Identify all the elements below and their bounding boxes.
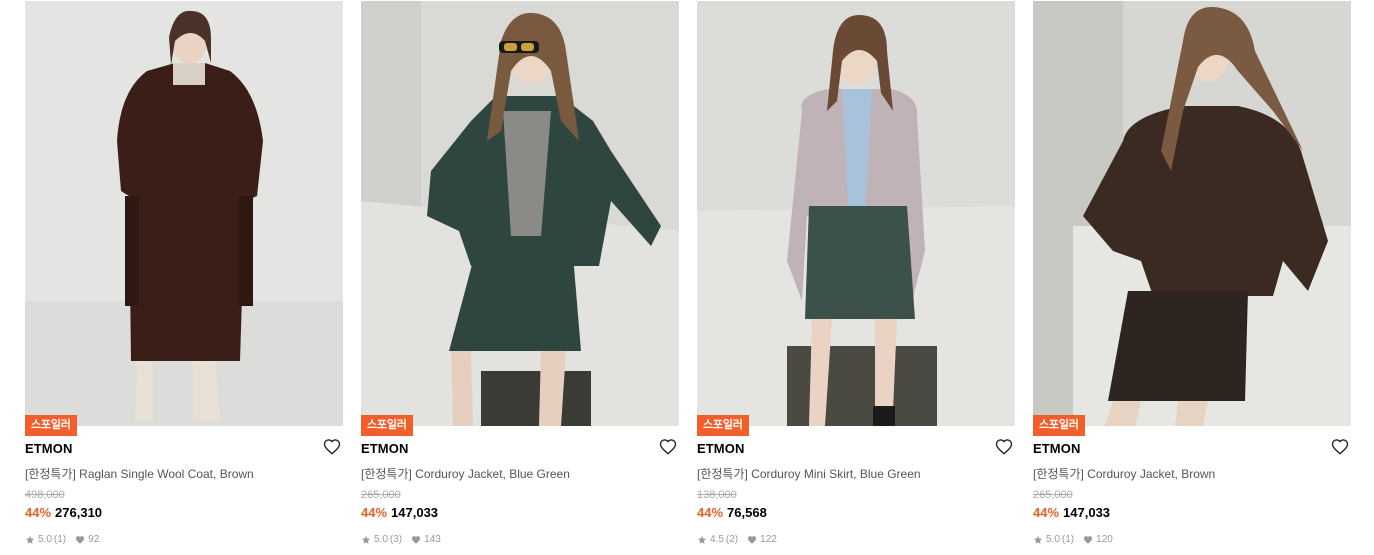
product-meta: 4.5 (2) 122 xyxy=(697,534,777,545)
heart-outline-icon[interactable] xyxy=(1331,438,1349,456)
product-card[interactable]: 스포일러 ETMON [한정특가] Corduroy Jacket, Blue … xyxy=(361,1,679,555)
product-photo-corduroy-mini-skirt xyxy=(697,1,1015,426)
product-photo-coat xyxy=(25,1,343,426)
product-card[interactable]: 스포일러 ETMON [한정특가] Raglan Single Wool Coa… xyxy=(25,1,343,555)
product-photo-corduroy-jacket-blue-green xyxy=(361,1,679,426)
star-icon xyxy=(25,535,35,545)
brand-name[interactable]: ETMON xyxy=(697,441,744,456)
review-count: (3) xyxy=(389,534,403,545)
rating-value: 5.0 xyxy=(38,534,52,545)
original-price: 138,000 xyxy=(697,489,737,501)
spoiler-badge: 스포일러 xyxy=(697,415,749,436)
rating-value: 5.0 xyxy=(374,534,388,545)
discount-rate: 44% xyxy=(1033,505,1060,520)
brand-name[interactable]: ETMON xyxy=(361,441,408,456)
discount-rate: 44% xyxy=(697,505,724,520)
heart-filled-icon xyxy=(1083,535,1093,545)
product-photo-corduroy-jacket-brown xyxy=(1033,1,1351,426)
product-image[interactable] xyxy=(1033,1,1351,426)
heart-outline-icon[interactable] xyxy=(659,438,677,456)
heart-outline-icon[interactable] xyxy=(323,438,341,456)
rating-value: 5.0 xyxy=(1046,534,1060,545)
product-grid: 스포일러 ETMON [한정특가] Raglan Single Wool Coa… xyxy=(25,1,1351,555)
review-count: (1) xyxy=(1061,534,1075,545)
review-count: (2) xyxy=(725,534,739,545)
product-meta: 5.0 (3) 143 xyxy=(361,534,441,545)
rating-value: 4.5 xyxy=(710,534,724,545)
star-icon xyxy=(361,535,371,545)
star-icon xyxy=(697,535,707,545)
original-price: 265,000 xyxy=(361,489,401,501)
sale-price: 147,033 xyxy=(391,505,439,520)
heart-filled-icon xyxy=(411,535,421,545)
like-count: 122 xyxy=(760,534,777,545)
like-count: 120 xyxy=(1096,534,1113,545)
product-meta: 5.0 (1) 120 xyxy=(1033,534,1113,545)
discount-rate: 44% xyxy=(25,505,52,520)
product-card[interactable]: 스포일러 ETMON [한정특가] Corduroy Jacket, Brown… xyxy=(1033,1,1351,555)
product-meta: 5.0 (1) 92 xyxy=(25,534,99,545)
review-count: (1) xyxy=(53,534,67,545)
product-name[interactable]: [한정특가] Corduroy Jacket, Brown xyxy=(1033,465,1215,482)
heart-filled-icon xyxy=(75,535,85,545)
spoiler-badge: 스포일러 xyxy=(1033,415,1085,436)
like-count: 92 xyxy=(88,534,100,545)
price-row: 44% 276,310 xyxy=(25,505,102,520)
price-row: 44% 147,033 xyxy=(1033,505,1110,520)
sale-price: 147,033 xyxy=(1063,505,1111,520)
original-price: 265,000 xyxy=(1033,489,1073,501)
heart-outline-icon[interactable] xyxy=(995,438,1013,456)
product-name[interactable]: [한정특가] Raglan Single Wool Coat, Brown xyxy=(25,465,254,482)
sale-price: 276,310 xyxy=(55,505,103,520)
product-image[interactable] xyxy=(25,1,343,426)
brand-name[interactable]: ETMON xyxy=(1033,441,1080,456)
discount-rate: 44% xyxy=(361,505,388,520)
sale-price: 76,568 xyxy=(727,505,767,520)
original-price: 498,000 xyxy=(25,489,65,501)
price-row: 44% 147,033 xyxy=(361,505,438,520)
brand-name[interactable]: ETMON xyxy=(25,441,72,456)
product-image[interactable] xyxy=(697,1,1015,426)
like-count: 143 xyxy=(424,534,441,545)
star-icon xyxy=(1033,535,1043,545)
product-image[interactable] xyxy=(361,1,679,426)
spoiler-badge: 스포일러 xyxy=(25,415,77,436)
product-name[interactable]: [한정특가] Corduroy Jacket, Blue Green xyxy=(361,465,570,482)
price-row: 44% 76,568 xyxy=(697,505,767,520)
heart-filled-icon xyxy=(747,535,757,545)
product-card[interactable]: 스포일러 ETMON [한정특가] Corduroy Mini Skirt, B… xyxy=(697,1,1015,555)
spoiler-badge: 스포일러 xyxy=(361,415,413,436)
product-name[interactable]: [한정특가] Corduroy Mini Skirt, Blue Green xyxy=(697,465,921,482)
